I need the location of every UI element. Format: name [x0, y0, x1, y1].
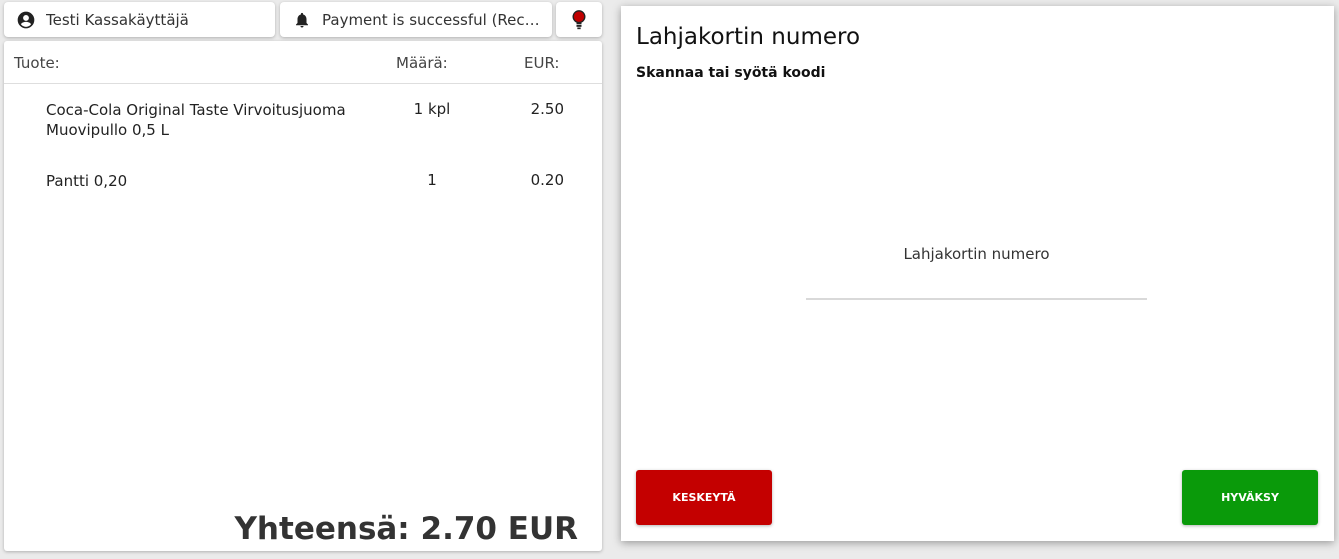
column-header-quantity: Määrä: — [396, 54, 448, 72]
user-button[interactable]: Testi Kassakäyttäjä — [4, 2, 275, 37]
receipt-panel: Tuote: Määrä: EUR: Coca-Cola Original Ta… — [4, 41, 602, 551]
notification-button[interactable]: Payment is successful (Receipt) — [280, 2, 552, 37]
account-circle-icon — [16, 10, 36, 30]
gift-card-number-label: Lahjakortin numero — [903, 245, 1050, 263]
user-name: Testi Kassakäyttäjä — [46, 10, 189, 29]
column-header-eur: EUR: — [524, 54, 560, 72]
item-name: Pantti 0,20 — [46, 172, 128, 190]
gift-card-number-input[interactable] — [806, 268, 1147, 296]
bell-icon — [292, 10, 312, 30]
status-indicator-button[interactable] — [556, 2, 602, 37]
item-quantity: 1 — [427, 171, 437, 189]
receipt-header: Tuote: Määrä: EUR: — [4, 41, 602, 84]
item-price: 2.50 — [530, 100, 564, 118]
item-quantity: 1 kpl — [413, 100, 451, 118]
column-header-product: Tuote: — [14, 54, 60, 72]
item-price: 0.20 — [530, 171, 564, 189]
receipt-total: Yhteensä: 2.70 EUR — [234, 511, 578, 547]
dialog-subtitle: Skannaa tai syötä koodi — [636, 65, 826, 81]
lightbulb-icon — [569, 9, 589, 30]
dialog-title: Lahjakortin numero — [636, 24, 861, 50]
gift-card-number-field[interactable]: Lahjakortin numero — [806, 234, 1147, 300]
notification-text: Payment is successful (Receipt) — [322, 10, 547, 29]
item-name: Coca-Cola Original Taste Virvoitusjuoma … — [46, 101, 346, 139]
confirm-button[interactable]: HYVÄKSY — [1182, 470, 1318, 525]
cancel-button[interactable]: KESKEYTÄ — [636, 470, 772, 525]
gift-card-dialog: Lahjakortin numero Skannaa tai syötä koo… — [621, 6, 1334, 541]
